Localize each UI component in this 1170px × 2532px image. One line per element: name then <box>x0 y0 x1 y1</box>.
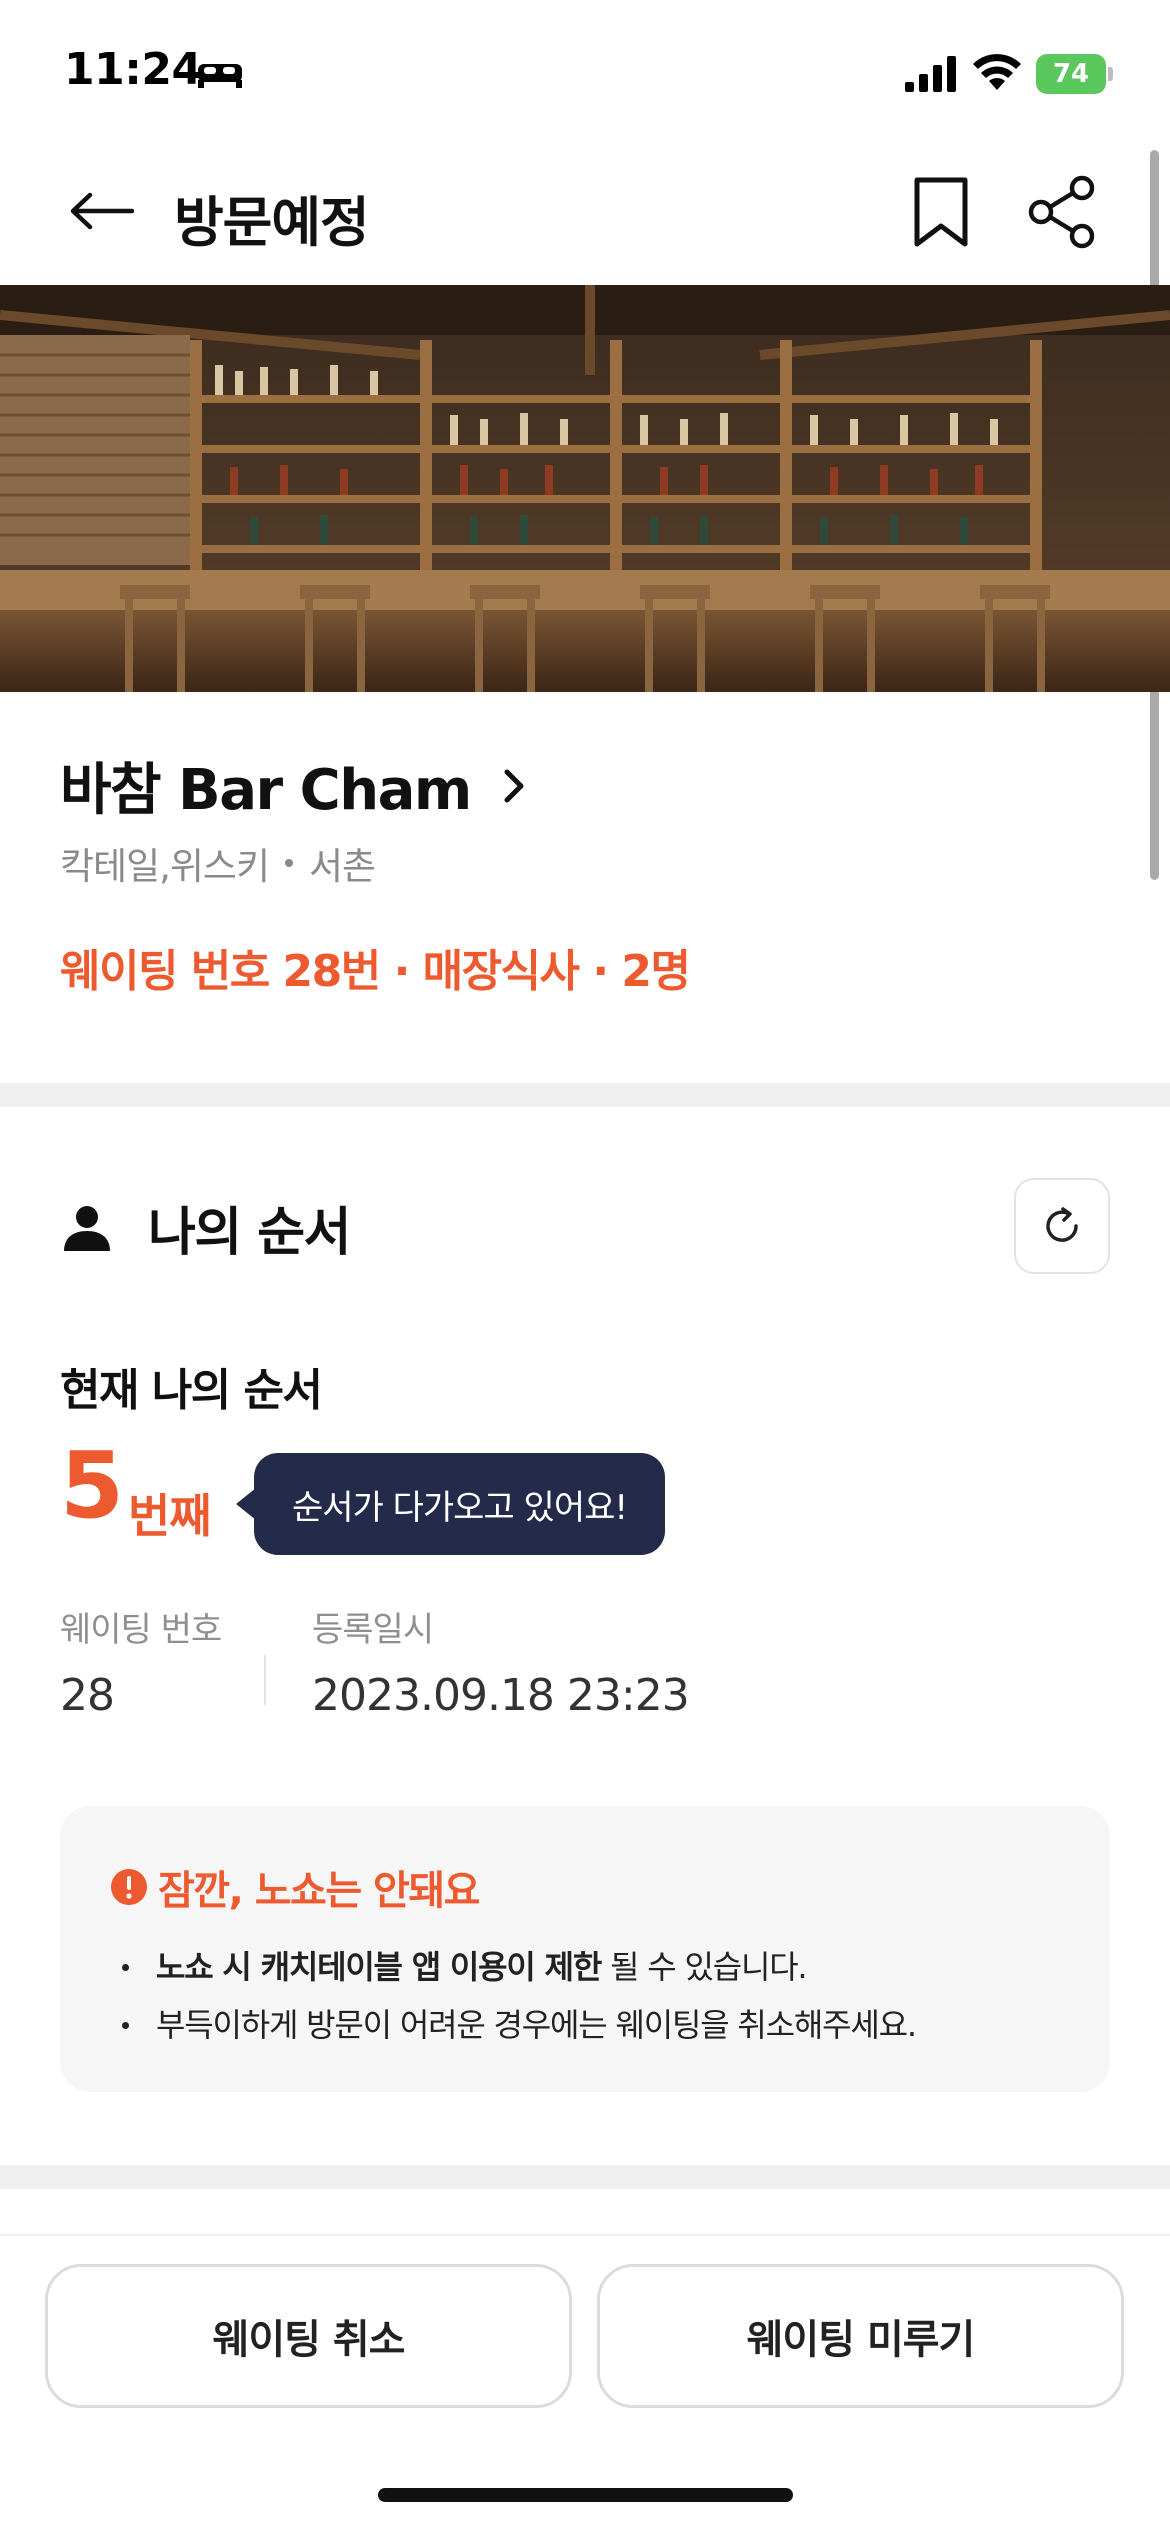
share-icon <box>1028 175 1095 249</box>
section-title: 나의 순서 <box>148 1203 351 1263</box>
registered-value: 2023.09.18 23:23 <box>312 1670 690 1721</box>
bookmark-icon <box>914 177 968 247</box>
notice-item-2: 부득이하게 방문이 어려운 경우에는 웨이팅을 취소해주세요. <box>156 2006 917 2044</box>
order-position-suffix: 번째 <box>128 1489 212 1543</box>
bookmark-button[interactable] <box>906 172 976 252</box>
order-tooltip: 순서가 다가오고 있어요! <box>254 1453 665 1555</box>
bullet <box>122 1964 129 1971</box>
separator-dot <box>285 859 294 867</box>
arrow-left-icon <box>70 192 134 230</box>
store-category: 칵테일,위스키 <box>60 845 270 888</box>
share-button[interactable] <box>1020 172 1104 252</box>
store-area: 서촌 <box>309 845 376 888</box>
battery-cap <box>1108 67 1113 81</box>
notice-title: 잠깐, 노쇼는 안돼요 <box>158 1868 480 1914</box>
waiting-number-label: 웨이팅 번호 <box>60 1610 222 1650</box>
cellular-signal-icon <box>905 56 956 92</box>
registered-label: 등록일시 <box>312 1610 434 1650</box>
chevron-right-icon <box>504 769 524 802</box>
person-icon <box>64 1205 110 1251</box>
notice-header: 잠깐, 노쇼는 안돼요 <box>110 1858 480 1916</box>
waiting-number-value: 28 <box>60 1670 115 1721</box>
notice-item-1: 노쇼 시 캐치테이블 앱 이용이 제한 될 수 있습니다. <box>156 1942 808 1988</box>
tooltip-arrow <box>236 1488 256 1520</box>
battery-level: 74 <box>1036 54 1106 94</box>
status-time: 11:24 <box>64 44 202 95</box>
waiting-summary: 웨이팅 번호 28번 · 매장식사 · 2명 <box>60 946 691 997</box>
refresh-icon <box>1046 1207 1078 1242</box>
order-position: 5 <box>60 1432 125 1539</box>
current-order-label: 현재 나의 순서 <box>60 1365 323 1416</box>
postpone-waiting-button[interactable]: 웨이팅 미루기 <box>597 2264 1124 2408</box>
notice-item-1-bold: 노쇼 시 캐치테이블 앱 이용이 제한 <box>156 1948 602 1986</box>
store-name: 바참 Bar Cham <box>60 758 472 823</box>
page-title: 방문예정 <box>174 191 370 254</box>
my-order-header: 나의 순서 <box>60 1190 351 1265</box>
store-hero-image <box>0 285 1170 692</box>
section-divider <box>0 1083 1170 1107</box>
section-divider <box>0 2165 1170 2189</box>
sleep-mode-icon <box>198 64 242 88</box>
app-header: 방문예정 <box>0 140 1170 285</box>
back-button[interactable] <box>68 176 148 246</box>
store-name-link[interactable]: 바참 Bar Cham <box>60 745 531 826</box>
notice-item-1-rest: 될 수 있습니다. <box>601 1948 808 1986</box>
bullet <box>122 2022 129 2029</box>
refresh-button[interactable] <box>1014 1178 1110 1274</box>
no-show-notice: 잠깐, 노쇼는 안돼요 노쇼 시 캐치테이블 앱 이용이 제한 될 수 있습니다… <box>60 1806 1110 2092</box>
battery-indicator: 74 <box>1036 54 1114 94</box>
status-bar: 11:24 74 <box>0 0 1170 140</box>
info-circle-icon <box>111 1869 147 1905</box>
home-indicator[interactable] <box>378 2488 793 2502</box>
info-divider <box>264 1655 266 1705</box>
wifi-icon <box>973 54 1021 90</box>
store-meta: 칵테일,위스키 서촌 <box>60 836 376 890</box>
cancel-waiting-button[interactable]: 웨이팅 취소 <box>45 2264 572 2408</box>
